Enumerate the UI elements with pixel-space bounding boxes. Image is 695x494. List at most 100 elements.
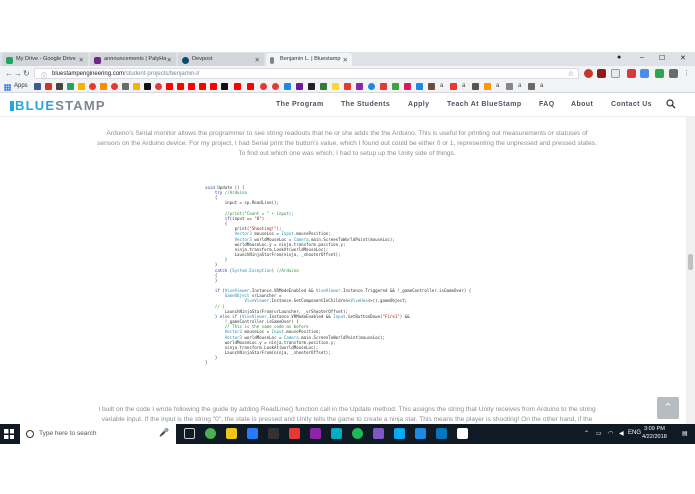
tray-chevron-icon[interactable]: ⌃ xyxy=(584,430,589,437)
windows-start-icon[interactable] xyxy=(4,429,14,439)
app-icon[interactable] xyxy=(373,428,384,439)
bookmark-icon[interactable] xyxy=(484,83,491,90)
bookmark-icon[interactable] xyxy=(404,83,411,90)
nav-about[interactable]: About xyxy=(571,101,593,108)
bookmark-icon[interactable] xyxy=(472,83,479,90)
bookmark-icon[interactable] xyxy=(368,83,375,90)
bookmark-icon[interactable] xyxy=(428,83,435,90)
bookmark-icon[interactable] xyxy=(133,83,140,90)
bookmark-icon[interactable] xyxy=(284,83,291,90)
bookmark-icon[interactable] xyxy=(332,83,339,90)
bookmark-icon[interactable] xyxy=(144,83,151,90)
nav-teach-at-bluestamp[interactable]: Teach At BlueStamp xyxy=(447,101,522,108)
volume-icon[interactable]: ◀ xyxy=(619,430,624,437)
scroll-to-top-button[interactable]: ⌃ xyxy=(657,397,679,419)
close-icon[interactable]: ✕ xyxy=(343,56,348,64)
bookmark-amazon[interactable]: a xyxy=(496,83,499,89)
bookmark-icon[interactable] xyxy=(89,83,96,90)
scrollbar-thumb[interactable] xyxy=(688,254,693,270)
bookmark-amazon[interactable]: a xyxy=(518,83,521,89)
bookmark-icon[interactable] xyxy=(78,83,85,90)
taskbar-clock[interactable]: 3:09 PM 4/22/2018 xyxy=(642,426,667,441)
bookmark-icon[interactable] xyxy=(260,83,267,90)
bookmark-icon[interactable] xyxy=(155,83,162,90)
minimize-icon[interactable]: – xyxy=(640,54,644,61)
close-icon[interactable]: ✕ xyxy=(167,56,172,64)
spotify-icon[interactable] xyxy=(352,428,363,439)
bookmark-icon[interactable] xyxy=(111,83,118,90)
bookmark-amazon[interactable]: a xyxy=(440,83,443,89)
youtube-icon[interactable] xyxy=(247,83,254,90)
bookmark-icon[interactable] xyxy=(320,83,327,90)
app-icon[interactable] xyxy=(394,428,405,439)
nav-apply[interactable]: Apply xyxy=(408,101,429,108)
wifi-icon[interactable]: ◠ xyxy=(608,430,613,437)
app-icon[interactable] xyxy=(457,428,468,439)
task-view-icon[interactable] xyxy=(184,428,195,439)
bookmark-icon[interactable] xyxy=(392,83,399,90)
youtube-icon[interactable] xyxy=(177,83,184,90)
language-indicator[interactable]: ENG xyxy=(628,430,641,436)
bookmark-icon[interactable] xyxy=(380,83,387,90)
menu-dots-icon[interactable]: ⋮ xyxy=(683,69,690,78)
youtube-icon[interactable] xyxy=(199,83,206,90)
tab-announcements[interactable]: announcements | PalyHa ✕ xyxy=(90,53,176,66)
nav-faq[interactable]: FAQ xyxy=(539,101,555,108)
bookmark-icon[interactable] xyxy=(528,83,535,90)
bookmark-icon[interactable] xyxy=(416,83,423,90)
file-explorer-icon[interactable] xyxy=(226,428,237,439)
close-window-icon[interactable]: ✕ xyxy=(680,54,686,62)
maximize-icon[interactable]: ☐ xyxy=(659,54,665,62)
app-icon[interactable] xyxy=(289,428,300,439)
extension-icon[interactable] xyxy=(640,69,649,78)
close-icon[interactable]: ✕ xyxy=(255,56,260,64)
youtube-icon[interactable] xyxy=(210,83,217,90)
bookmark-icon[interactable] xyxy=(308,83,315,90)
bookmark-icon[interactable] xyxy=(506,83,513,90)
apps-label[interactable]: Apps xyxy=(14,83,28,89)
bookmark-icon[interactable] xyxy=(296,83,303,90)
app-icon[interactable] xyxy=(415,428,426,439)
tab-devpost[interactable]: Devpost ✕ xyxy=(178,53,264,66)
bookmark-icon[interactable] xyxy=(450,83,457,90)
bookmark-icon[interactable] xyxy=(272,83,279,90)
bookmark-icon[interactable] xyxy=(100,83,107,90)
extension-icon[interactable] xyxy=(669,69,678,78)
bookmark-amazon[interactable]: a xyxy=(540,83,543,89)
extension-icon[interactable] xyxy=(627,69,636,78)
app-icon[interactable] xyxy=(268,428,279,439)
extension-icon[interactable] xyxy=(611,69,620,78)
extension-icon[interactable] xyxy=(584,69,593,78)
bookmark-icon[interactable] xyxy=(356,83,363,90)
bookmark-icon[interactable] xyxy=(67,83,74,90)
apps-grid-icon[interactable] xyxy=(4,83,11,91)
app-icon[interactable] xyxy=(310,428,321,439)
tab-google-drive[interactable]: My Drive - Google Drive ✕ xyxy=(2,53,88,66)
bookmark-icon[interactable] xyxy=(45,83,52,90)
youtube-icon[interactable] xyxy=(166,83,173,90)
youtube-icon[interactable] xyxy=(188,83,195,90)
close-icon[interactable]: ✕ xyxy=(79,56,84,64)
bookmark-icon[interactable] xyxy=(34,83,41,90)
youtube-icon[interactable] xyxy=(234,83,241,90)
chrome-icon[interactable] xyxy=(205,428,216,439)
microphone-icon[interactable]: 🎤 xyxy=(159,428,169,437)
nav-contact-us[interactable]: Contact Us xyxy=(611,101,652,108)
url-input[interactable]: ⓘ bluestampengineering.com/student-proje… xyxy=(34,68,579,80)
tab-bluestamp[interactable]: Benjamin L. | Bluestamp ✕ xyxy=(266,53,352,66)
page-scrollbar[interactable] xyxy=(686,117,695,424)
app-icon[interactable] xyxy=(436,428,447,439)
nav-the-program[interactable]: The Program xyxy=(276,101,324,108)
bluestamp-logo[interactable]: BLUESTAMP xyxy=(10,98,106,113)
forward-icon[interactable]: → xyxy=(14,69,22,78)
network-icon[interactable]: ▭ xyxy=(596,430,602,437)
extension-icon[interactable] xyxy=(597,69,606,78)
bookmark-icon[interactable] xyxy=(221,83,228,90)
taskbar-search-input[interactable]: Type here to search 🎤 xyxy=(20,424,176,444)
extension-icon[interactable] xyxy=(655,69,664,78)
new-tab-button[interactable] xyxy=(354,53,368,66)
reload-icon[interactable]: ↻ xyxy=(23,69,30,78)
back-icon[interactable]: ← xyxy=(5,69,13,78)
bookmark-star-icon[interactable]: ☆ xyxy=(568,70,574,78)
profile-icon[interactable]: ● xyxy=(617,54,621,61)
